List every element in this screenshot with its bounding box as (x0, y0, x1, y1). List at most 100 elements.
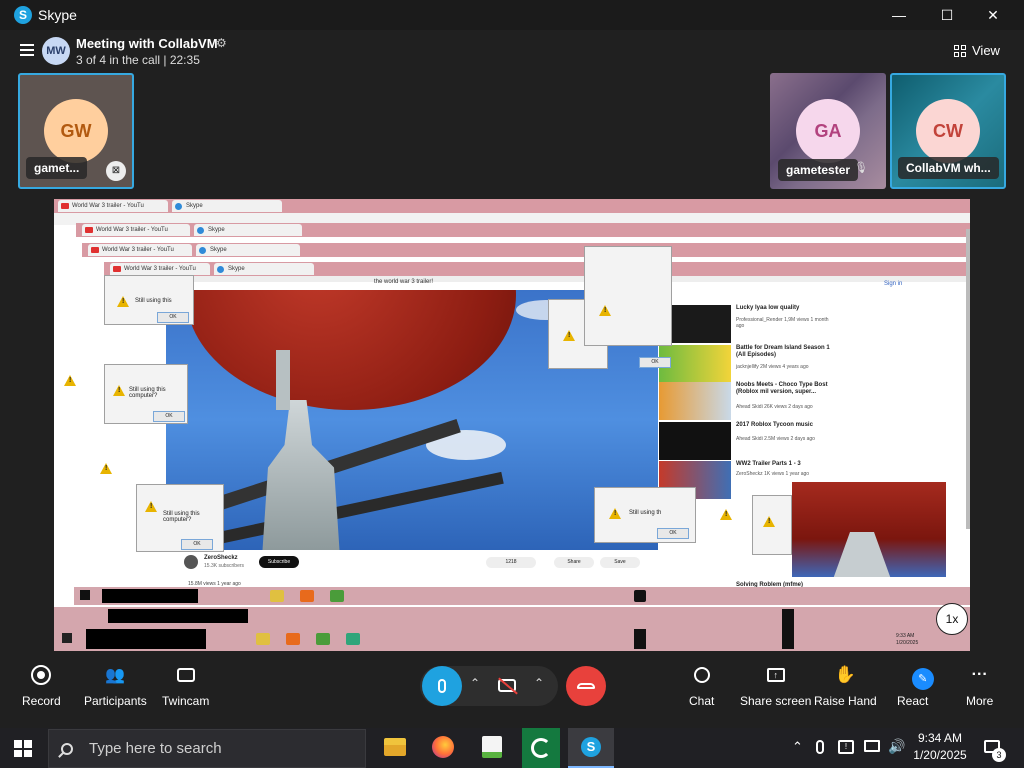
windows-start-icon (80, 590, 90, 600)
browser-tab[interactable]: World War 3 trailer - YouTu (82, 224, 190, 236)
notification-badge: 3 (992, 748, 1006, 762)
view-button[interactable]: View (954, 43, 1000, 58)
windows-start-button[interactable] (14, 740, 32, 757)
clock-time[interactable]: 9:34 AM (914, 731, 966, 745)
browser-tab[interactable]: Skype (196, 244, 300, 256)
nested-search-box (86, 629, 206, 649)
call-status: 3 of 4 in the call | 22:35 (76, 53, 200, 67)
suggestion-thumbnail[interactable] (659, 382, 731, 420)
ok-button[interactable]: OK (157, 312, 189, 323)
file-explorer-icon[interactable] (384, 738, 406, 756)
chat-button[interactable]: Chat (689, 660, 714, 708)
subscribe-button[interactable]: Subscribe (259, 556, 299, 568)
suggestion-title[interactable]: Lucky lyaa low quality (736, 305, 836, 312)
warning-icon (113, 385, 125, 396)
browser-tab[interactable]: World War 3 trailer - YouTu (58, 200, 168, 212)
dialog-window[interactable]: Still using this computer? OK (104, 364, 188, 424)
sign-in-link[interactable]: Sign in (884, 281, 902, 287)
close-button[interactable]: ✕ (970, 0, 1016, 30)
record-label: Record (22, 694, 61, 708)
hand-icon: ✋ (834, 665, 856, 684)
firefox-icon[interactable] (432, 736, 454, 758)
like-button[interactable]: 1218 (486, 557, 536, 568)
folder-icon (256, 633, 270, 645)
participants-button[interactable]: 👥 Participants (84, 660, 147, 708)
camera-off-button[interactable] (494, 672, 520, 698)
save-video-button[interactable]: Save (600, 557, 640, 568)
react-button[interactable]: ✎ React (897, 660, 934, 708)
browser-tab[interactable]: World War 3 trailer - YouTu (88, 244, 192, 256)
skype-taskbar-button[interactable]: S (568, 728, 614, 768)
channel-avatar[interactable] (184, 555, 198, 569)
scrollbar[interactable] (966, 229, 970, 529)
share-video-button[interactable]: Share (554, 557, 594, 568)
skype-icon: S (581, 737, 601, 757)
minimize-button[interactable]: — (876, 0, 922, 30)
share-screen-button[interactable]: ↑ Share screen (740, 660, 811, 708)
channel-name[interactable]: ZeroSheckz (204, 555, 238, 561)
meeting-avatar[interactable]: MW (42, 37, 70, 65)
dialog-window[interactable]: Still using this computer? OK (136, 484, 224, 552)
suggestion-title[interactable]: 2017 Roblox Tycoon music (736, 422, 836, 429)
more-label: More (966, 694, 994, 708)
ok-button[interactable]: OK (181, 539, 213, 550)
maximize-button[interactable]: ☐ (924, 0, 970, 30)
edge-app-button[interactable] (522, 728, 560, 768)
participant-tile-ga[interactable]: GA gametester 🎙 (770, 73, 886, 189)
browser-tab[interactable]: Skype (194, 224, 302, 236)
raise-hand-label: Raise Hand (814, 694, 877, 708)
notepad-icon (330, 590, 344, 602)
more-button[interactable]: ··· More (966, 660, 993, 708)
meeting-title[interactable]: Meeting with CollabVM (76, 36, 218, 51)
hamburger-menu-icon[interactable] (20, 44, 34, 56)
dialog-window[interactable]: Still using th OK (594, 487, 696, 543)
dialog-window[interactable]: OK (584, 246, 672, 368)
muted-mic-icon: 🎙 (854, 162, 868, 174)
suggestion-title[interactable]: Battle for Dream Island Season 1 (All Ep… (736, 345, 836, 359)
skype-logo-icon: S (14, 6, 32, 24)
warning-icon (64, 375, 76, 386)
suggestion-title[interactable]: Noobs Meets - Choco Type Bost (Roblox mi… (736, 382, 836, 396)
tray-monitor-alert-icon[interactable]: ! (838, 740, 854, 754)
taskbar-search-box[interactable]: Type here to search (48, 729, 366, 768)
warning-icon (100, 463, 112, 474)
dialog-window[interactable]: Still using this OK (104, 275, 194, 325)
ok-button[interactable]: OK (153, 411, 185, 422)
twincam-button[interactable]: Twincam (162, 660, 209, 708)
browser-tab[interactable]: Skype (172, 200, 282, 212)
dialog-text: Still using this (135, 298, 172, 304)
gear-icon[interactable]: ⚙ (216, 36, 227, 50)
suggestion-thumbnail[interactable] (659, 422, 731, 460)
youtube-icon (113, 266, 121, 272)
record-button[interactable]: Record (22, 660, 61, 708)
firefox-icon (286, 633, 300, 645)
folder-icon (270, 590, 284, 602)
suggestion-meta: Professional_Render 1,9M views 1 month a… (736, 317, 829, 329)
ok-button[interactable]: OK (639, 357, 671, 368)
mic-options-chevron-icon[interactable]: ⌃ (470, 676, 480, 690)
warning-icon (145, 501, 157, 512)
microphone-button[interactable] (422, 666, 462, 706)
network-icon[interactable] (864, 740, 880, 752)
playback-speed-badge[interactable]: 1x (936, 603, 968, 635)
clock-date[interactable]: 1/20/2025 (910, 748, 970, 762)
camera-options-chevron-icon[interactable]: ⌃ (534, 676, 544, 690)
end-call-button[interactable] (566, 666, 606, 706)
tray-overflow-icon[interactable]: ⌃ (792, 739, 803, 755)
raise-hand-button[interactable]: ✋ Raise Hand (814, 660, 877, 708)
shared-screen: World War 3 trailer - YouTu Skype World … (54, 199, 970, 651)
suggestion-title[interactable]: WW2 Trailer Parts 1 - 3 (736, 461, 836, 468)
tray-microphone-icon[interactable] (816, 740, 824, 754)
participant-tile-cw[interactable]: CW CollabVM wh... (890, 73, 1006, 189)
dialog-window[interactable] (752, 495, 792, 555)
volume-icon[interactable]: 🔊 (888, 738, 905, 755)
hang-up-icon (577, 683, 595, 689)
browser-tab[interactable]: Skype (214, 263, 314, 275)
ok-button[interactable]: OK (657, 528, 689, 539)
chat-label: Chat (689, 694, 715, 708)
browser-tab[interactable]: World War 3 trailer - YouTu (110, 263, 210, 275)
participant-tile-gw[interactable]: GW gamet... ⊠ (18, 73, 134, 189)
notepad-plus-icon[interactable] (482, 736, 502, 758)
dialog-text: Still using this computer? (129, 387, 166, 399)
warning-icon (563, 330, 575, 341)
